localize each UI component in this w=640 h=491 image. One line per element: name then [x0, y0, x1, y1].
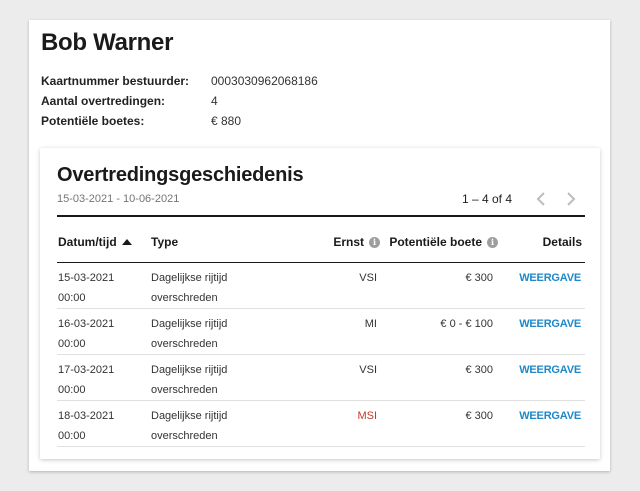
row-type-line1: Dagelijkse rijtijd	[151, 410, 228, 422]
table-header: Datum/tijd Type Ernst i Potentiële boete…	[57, 215, 585, 263]
row-fine: € 0 - € 100	[440, 318, 493, 330]
row-type-line1: Dagelijkse rijtijd	[151, 272, 228, 284]
column-severity-label: Ernst	[333, 235, 364, 249]
row-fine: € 300	[465, 364, 493, 376]
card-title: Overtredingsgeschiedenis	[57, 164, 304, 186]
row-date: 15-03-2021	[58, 272, 115, 284]
view-details-button[interactable]: WEERGAVE	[519, 406, 581, 426]
row-time: 00:00	[58, 292, 86, 304]
table-row: 15-03-2021 00:00 Dagelijkse rijtijd over…	[57, 263, 585, 309]
column-type-label: Type	[151, 235, 179, 249]
violations-table: Datum/tijd Type Ernst i Potentiële boete…	[57, 215, 585, 447]
pagination-range: 1 – 4 of 4	[461, 192, 512, 206]
violation-count-label: Aantal overtredingen:	[41, 94, 166, 108]
column-header-type: Type	[151, 235, 178, 249]
chevron-left-icon[interactable]	[528, 190, 554, 208]
row-time: 00:00	[58, 384, 86, 396]
column-date-label: Datum/tijd	[58, 235, 117, 249]
violation-count-value: 4	[211, 94, 218, 108]
view-details-button[interactable]: WEERGAVE	[519, 314, 581, 334]
view-details-button[interactable]: WEERGAVE	[519, 360, 581, 380]
violation-history-card: Overtredingsgeschiedenis 15-03-2021 - 10…	[40, 148, 600, 459]
column-header-details: Details	[543, 235, 582, 249]
row-severity: VSI	[359, 364, 377, 376]
row-time: 00:00	[58, 338, 86, 350]
table-row: 18-03-2021 00:00 Dagelijkse rijtijd over…	[57, 401, 585, 447]
chevron-right-icon[interactable]	[558, 190, 584, 208]
potential-fines-label: Potentiële boetes:	[41, 114, 145, 128]
sort-ascending-icon[interactable]	[121, 239, 132, 245]
row-severity: MI	[364, 318, 377, 330]
driver-sheet: Bob Warner Kaartnummer bestuurder: 00030…	[29, 20, 610, 471]
info-row-potential-fines: Potentiële boetes: € 880	[41, 114, 318, 134]
pagination: 1 – 4 of 4	[462, 190, 584, 208]
driver-name: Bob Warner	[41, 29, 174, 56]
row-type-line1: Dagelijkse rijtijd	[151, 364, 228, 376]
column-header-severity: Ernst i	[333, 235, 380, 249]
row-type-line1: Dagelijkse rijtijd	[151, 318, 228, 330]
row-type-line2: overschreden	[151, 338, 218, 350]
driver-info: Kaartnummer bestuurder: 0003030962068186…	[41, 74, 318, 134]
row-type-line2: overschreden	[151, 292, 218, 304]
row-type-line2: overschreden	[151, 430, 218, 442]
column-header-fine: Potentiële boete i	[389, 235, 498, 249]
row-time: 00:00	[58, 430, 86, 442]
column-fine-label: Potentiële boete	[389, 235, 482, 249]
info-row-violation-count: Aantal overtredingen: 4	[41, 94, 318, 114]
row-date: 17-03-2021	[58, 364, 115, 376]
column-details-label: Details	[542, 235, 582, 249]
row-severity: VSI	[359, 272, 377, 284]
row-fine: € 300	[465, 272, 493, 284]
info-row-card-number: Kaartnummer bestuurder: 0003030962068186	[41, 74, 318, 94]
row-date: 18-03-2021	[58, 410, 115, 422]
row-date: 16-03-2021	[58, 318, 115, 330]
info-icon[interactable]: i	[369, 236, 380, 248]
potential-fines-value: € 880	[211, 114, 242, 128]
info-icon[interactable]: i	[487, 236, 498, 248]
row-severity: MSI	[357, 410, 377, 422]
column-header-date[interactable]: Datum/tijd	[58, 235, 132, 249]
view-details-button[interactable]: WEERGAVE	[519, 268, 581, 288]
date-range: 15-03-2021 - 10-06-2021	[57, 193, 180, 205]
row-fine: € 300	[465, 410, 493, 422]
row-type-line2: overschreden	[151, 384, 218, 396]
table-row: 16-03-2021 00:00 Dagelijkse rijtijd over…	[57, 309, 585, 355]
card-number-value: 0003030962068186	[211, 74, 318, 88]
card-number-label: Kaartnummer bestuurder:	[41, 74, 190, 88]
table-row: 17-03-2021 00:00 Dagelijkse rijtijd over…	[57, 355, 585, 401]
